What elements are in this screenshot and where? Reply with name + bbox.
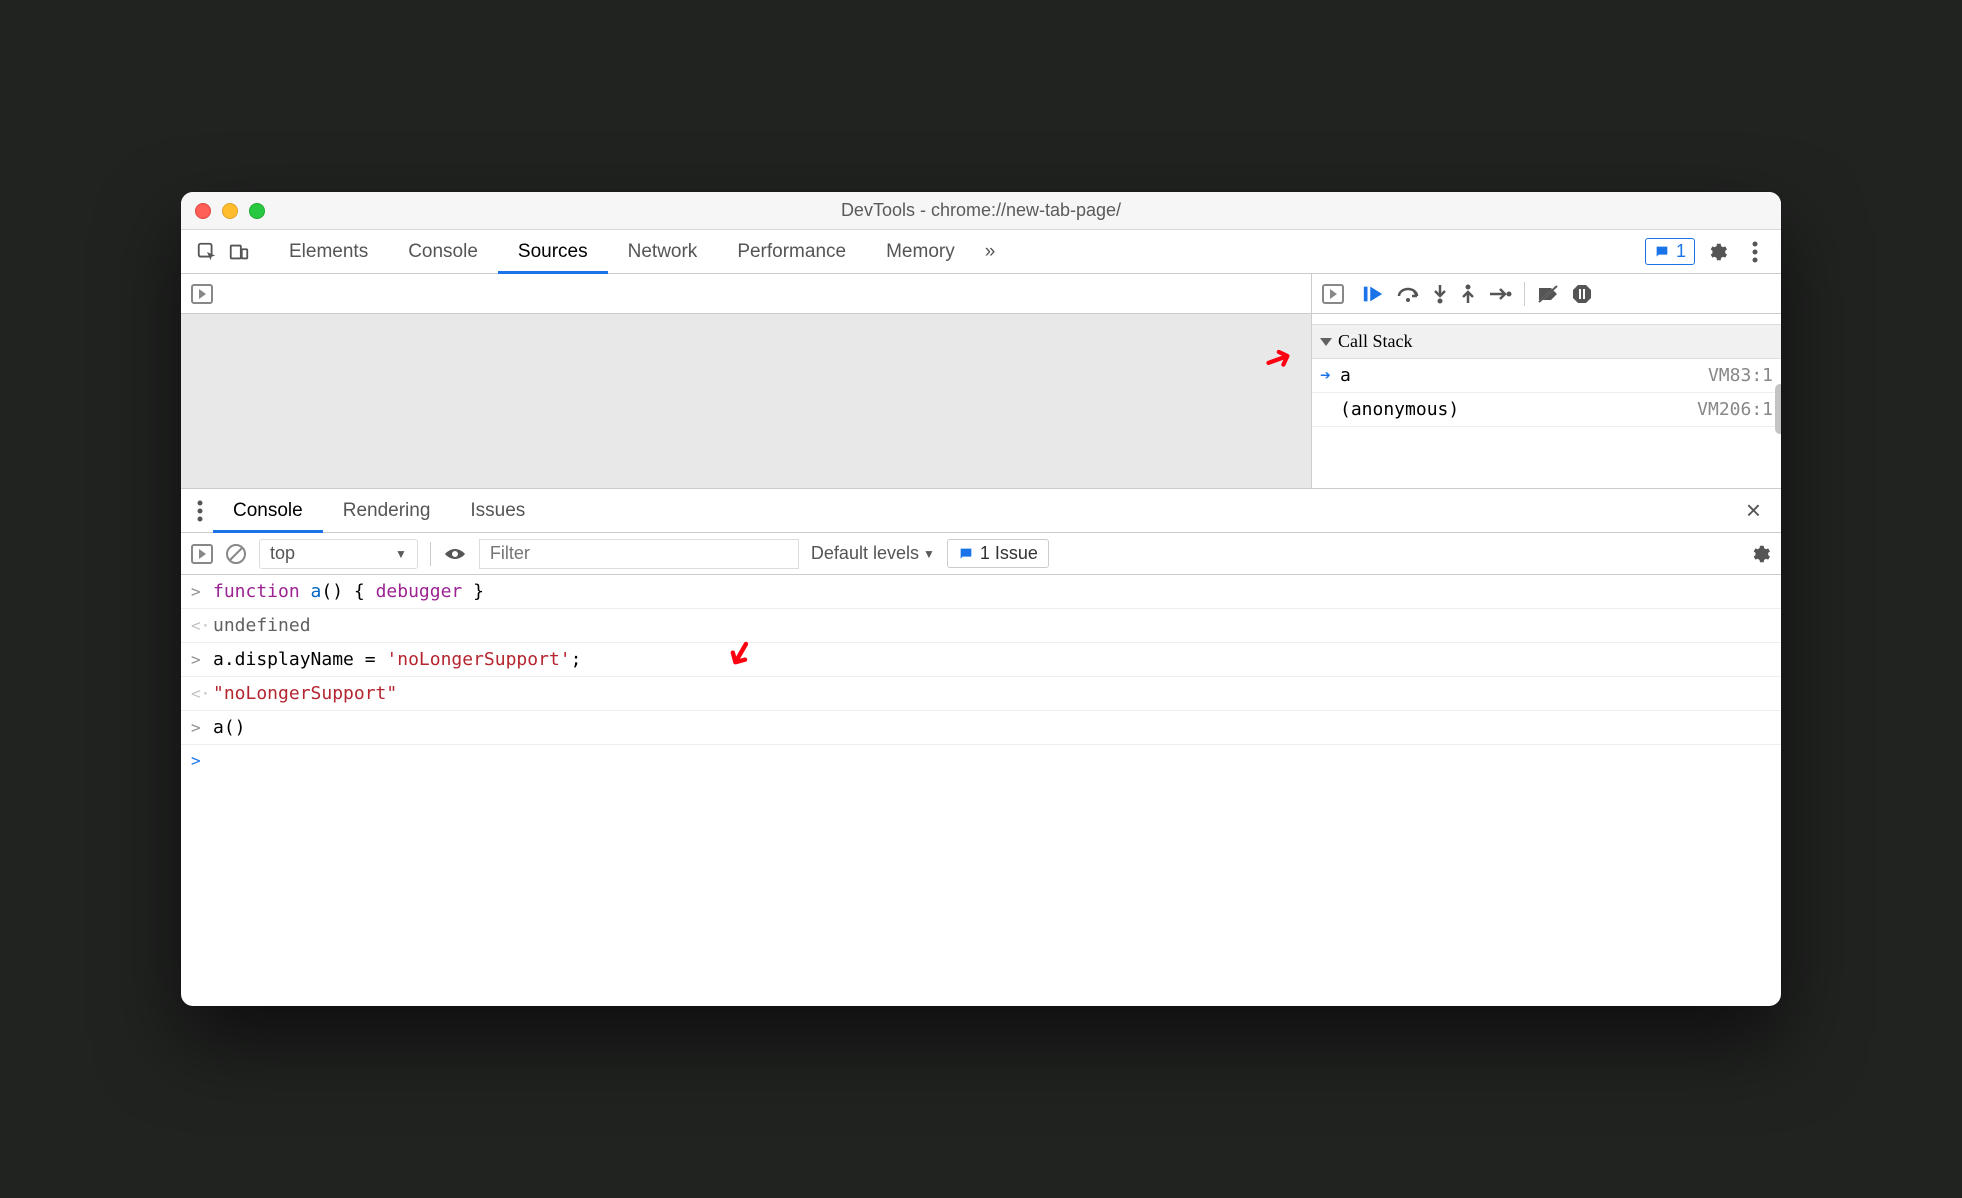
call-stack-section-header[interactable]: Call Stack bbox=[1312, 324, 1781, 359]
input-chevron-icon: > bbox=[191, 650, 213, 669]
current-frame-arrow-icon: ➔ bbox=[1320, 365, 1340, 386]
frame-name: (anonymous) bbox=[1340, 399, 1459, 420]
drawer-more-icon[interactable] bbox=[187, 500, 213, 522]
step-into-icon[interactable] bbox=[1432, 283, 1448, 305]
devtools-window: DevTools - chrome://new-tab-page/ Elemen… bbox=[181, 192, 1781, 1006]
drawer-tab-bar: Console Rendering Issues × bbox=[181, 489, 1781, 533]
clear-console-icon[interactable] bbox=[225, 543, 247, 565]
console-line[interactable]: >a() bbox=[181, 711, 1781, 745]
code-editor-pane[interactable] bbox=[181, 314, 1311, 488]
drawer-tab-issues[interactable]: Issues bbox=[450, 489, 545, 533]
tab-elements[interactable]: Elements bbox=[269, 230, 388, 274]
call-stack-frame[interactable]: (anonymous) VM206:1 bbox=[1312, 393, 1781, 427]
input-chevron-icon: > bbox=[191, 718, 213, 737]
console-prompt[interactable]: > bbox=[181, 745, 1781, 776]
chevron-down-icon: ▼ bbox=[395, 547, 407, 561]
console-code: a.displayName = 'noLongerSupport'; bbox=[213, 649, 581, 670]
drawer-tab-rendering[interactable]: Rendering bbox=[323, 489, 451, 533]
call-stack-label: Call Stack bbox=[1338, 331, 1413, 352]
tab-network[interactable]: Network bbox=[608, 230, 718, 274]
context-selector[interactable]: top ▼ bbox=[259, 539, 418, 569]
console-code: undefined bbox=[213, 615, 311, 636]
deactivate-breakpoints-icon[interactable] bbox=[1537, 284, 1559, 304]
console-line[interactable]: <·undefined bbox=[181, 609, 1781, 643]
pause-exceptions-icon[interactable] bbox=[1571, 283, 1593, 305]
resume-icon[interactable] bbox=[1362, 284, 1384, 304]
console-settings-icon[interactable] bbox=[1749, 543, 1771, 565]
navigator-toggle-icon[interactable] bbox=[191, 284, 213, 304]
more-menu-icon[interactable] bbox=[1739, 236, 1771, 268]
close-drawer-icon[interactable]: × bbox=[1732, 495, 1775, 526]
console-code: function a() { debugger } bbox=[213, 581, 484, 602]
prompt-chevron-icon: > bbox=[191, 751, 213, 770]
frame-location: VM206:1 bbox=[1697, 399, 1773, 420]
console-blank-area[interactable] bbox=[181, 776, 1781, 1006]
sources-body: ➜ Call Stack ➔ a VM83:1 (anonymous) VM20… bbox=[181, 314, 1781, 489]
debugger-toggle-icon[interactable] bbox=[1322, 284, 1344, 304]
drawer-tab-console[interactable]: Console bbox=[213, 489, 323, 533]
divider bbox=[1524, 282, 1525, 306]
console-output[interactable]: ➜ >function a() { debugger }<·undefined>… bbox=[181, 575, 1781, 776]
console-code: "noLongerSupport" bbox=[213, 683, 397, 704]
filter-input[interactable] bbox=[479, 539, 799, 569]
frame-name: a bbox=[1340, 365, 1351, 386]
live-expression-icon[interactable] bbox=[443, 546, 467, 562]
console-code: a() bbox=[213, 717, 246, 738]
issues-counter[interactable]: 1 bbox=[1645, 238, 1695, 265]
inspect-element-icon[interactable] bbox=[191, 236, 223, 268]
output-chevron-icon: <· bbox=[191, 616, 213, 635]
debugger-side-pane: ➜ Call Stack ➔ a VM83:1 (anonymous) VM20… bbox=[1311, 314, 1781, 488]
tab-console[interactable]: Console bbox=[388, 230, 498, 274]
main-tab-bar: Elements Console Sources Network Perform… bbox=[181, 230, 1781, 274]
scope-cutoff-row bbox=[1312, 314, 1781, 324]
sources-toolbar bbox=[181, 274, 1781, 314]
input-chevron-icon: > bbox=[191, 582, 213, 601]
output-chevron-icon: <· bbox=[191, 684, 213, 703]
window-title: DevTools - chrome://new-tab-page/ bbox=[181, 200, 1781, 221]
console-toolbar: top ▼ Default levels ▼ 1 Issue bbox=[181, 533, 1781, 575]
settings-gear-icon[interactable] bbox=[1701, 236, 1733, 268]
console-line[interactable]: <·"noLongerSupport" bbox=[181, 677, 1781, 711]
frame-location: VM83:1 bbox=[1708, 365, 1773, 386]
context-value: top bbox=[270, 543, 295, 564]
step-over-icon[interactable] bbox=[1396, 284, 1420, 304]
issues-chip[interactable]: 1 Issue bbox=[947, 539, 1049, 568]
issues-chip-label: 1 Issue bbox=[980, 543, 1038, 564]
log-levels-selector[interactable]: Default levels ▼ bbox=[811, 543, 935, 564]
window-titlebar: DevTools - chrome://new-tab-page/ bbox=[181, 192, 1781, 230]
levels-label: Default levels bbox=[811, 543, 919, 564]
tab-memory[interactable]: Memory bbox=[866, 230, 975, 274]
issue-count: 1 bbox=[1676, 241, 1686, 262]
divider bbox=[430, 542, 431, 566]
tab-more[interactable]: » bbox=[975, 230, 1006, 274]
console-line[interactable]: >function a() { debugger } bbox=[181, 575, 1781, 609]
step-icon[interactable] bbox=[1488, 285, 1512, 303]
scrollbar-thumb[interactable] bbox=[1775, 384, 1781, 434]
disclosure-triangle-icon bbox=[1320, 338, 1332, 346]
step-out-icon[interactable] bbox=[1460, 283, 1476, 305]
call-stack-frame[interactable]: ➔ a VM83:1 bbox=[1312, 359, 1781, 393]
console-sidebar-toggle-icon[interactable] bbox=[191, 544, 213, 564]
tab-sources[interactable]: Sources bbox=[498, 230, 608, 274]
chevron-down-icon: ▼ bbox=[923, 547, 935, 561]
device-toolbar-icon[interactable] bbox=[223, 236, 255, 268]
tab-performance[interactable]: Performance bbox=[717, 230, 866, 274]
console-line[interactable]: >a.displayName = 'noLongerSupport'; bbox=[181, 643, 1781, 677]
